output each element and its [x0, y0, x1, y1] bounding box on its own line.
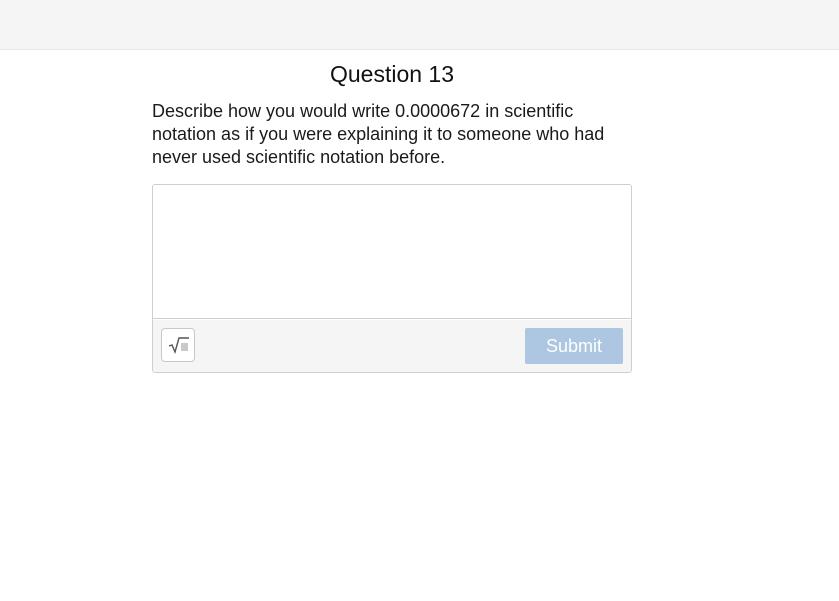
question-container: Question 13 Describe how you would write… [152, 50, 632, 373]
top-bar [0, 0, 839, 50]
submit-button[interactable]: Submit [525, 328, 623, 364]
question-text: Describe how you would write 0.0000672 i… [152, 101, 605, 167]
math-editor-button[interactable] [161, 328, 195, 362]
question-title: Question 13 [329, 61, 455, 87]
answer-box: Submit [152, 184, 632, 373]
answer-toolbar: Submit [153, 320, 631, 372]
answer-input[interactable] [153, 185, 631, 319]
square-root-icon [168, 337, 189, 354]
